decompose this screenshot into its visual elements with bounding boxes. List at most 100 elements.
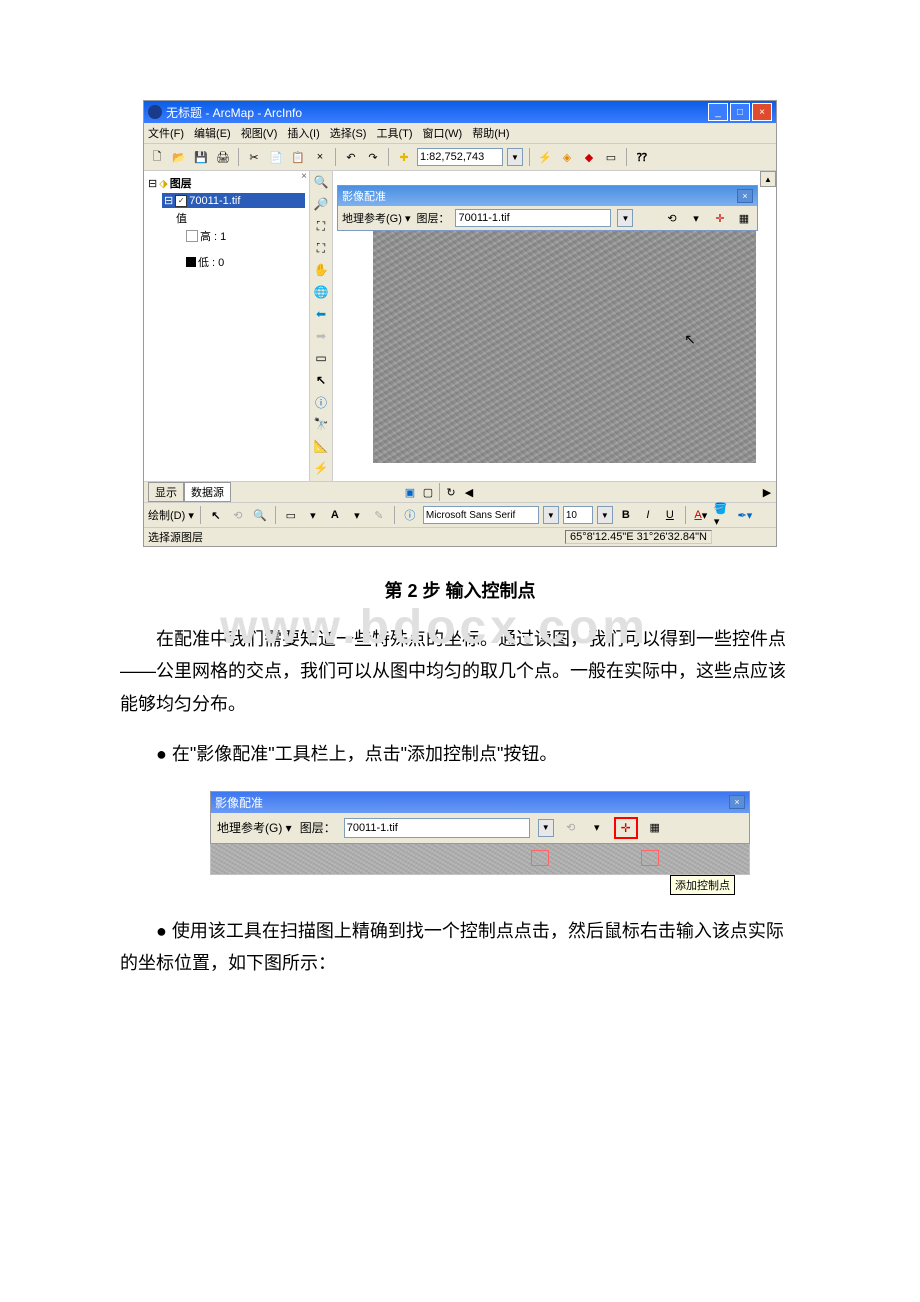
toc-root[interactable]: ⊟⬗图层 xyxy=(148,175,305,191)
zoom-to-icon[interactable]: 🔍 xyxy=(251,506,269,524)
map-view[interactable]: ▲ 影像配准 × 地理参考(G) ▾ 图层： ▼ ⟲ ▾ ✛ xyxy=(333,171,776,481)
close-button[interactable]: × xyxy=(752,103,772,121)
zoom-in-icon[interactable]: 🔍 xyxy=(312,173,330,191)
highlight-box-2 xyxy=(641,850,659,866)
map-image xyxy=(373,231,756,463)
menu-window[interactable]: 窗口(W) xyxy=(423,125,463,141)
toc-close-icon[interactable]: × xyxy=(301,171,307,182)
georef-dropdown-2[interactable]: 地理参考(G) ▾ xyxy=(217,819,292,836)
tab-display[interactable]: 显示 xyxy=(148,482,184,502)
add-control-point-icon[interactable]: ✛ xyxy=(711,209,729,227)
font-dropdown-icon[interactable]: ▼ xyxy=(543,506,559,524)
delete-icon[interactable]: × xyxy=(311,148,329,166)
select-element-icon[interactable]: ↖ xyxy=(207,506,225,524)
toc-layer[interactable]: ⊟ ✓ 70011-1.tif xyxy=(162,193,305,208)
font-color-icon[interactable]: ⓘ xyxy=(401,506,419,524)
georef-close-icon-2[interactable]: × xyxy=(729,795,745,809)
edit-vertices-icon[interactable]: ✎ xyxy=(370,506,388,524)
bullet-1: ● 在"影像配准"工具栏上，点击"添加控制点"按钮。 xyxy=(120,738,800,770)
tool-icon-3[interactable]: ◆ xyxy=(580,148,598,166)
refresh-icon[interactable]: ↻ xyxy=(442,483,460,501)
scale-input[interactable] xyxy=(417,148,503,166)
font-select[interactable] xyxy=(423,506,539,524)
shape-dropdown-icon[interactable]: ▾ xyxy=(304,506,322,524)
layer-checkbox[interactable]: ✓ xyxy=(175,195,187,207)
rectangle-icon[interactable]: ▭ xyxy=(282,506,300,524)
add-data-icon[interactable]: ✚ xyxy=(395,148,413,166)
paste-icon[interactable]: 📋 xyxy=(289,148,307,166)
full-extent-icon[interactable]: 🌐 xyxy=(312,283,330,301)
menu-edit[interactable]: 编辑(E) xyxy=(194,125,231,141)
bold-icon[interactable]: B xyxy=(617,506,635,524)
help-icon[interactable]: ⁇ xyxy=(633,148,651,166)
tool-icon-1[interactable]: ⚡ xyxy=(536,148,554,166)
zoom-out-icon[interactable]: 🔎 xyxy=(312,195,330,213)
select-icon[interactable]: ▭ xyxy=(312,349,330,367)
menu-file[interactable]: 文件(F) xyxy=(148,125,184,141)
scroll-up-icon[interactable]: ▲ xyxy=(760,171,776,187)
data-view-icon[interactable]: ▣ xyxy=(401,483,419,501)
tab-source[interactable]: 数据源 xyxy=(184,482,231,502)
rotate-dropdown-icon[interactable]: ▾ xyxy=(687,209,705,227)
add-control-point-button[interactable]: ✛ xyxy=(614,817,638,839)
tool-icon-2[interactable]: ◈ xyxy=(558,148,576,166)
layout-view-icon[interactable]: ▢ xyxy=(419,483,437,501)
menu-view[interactable]: 视图(V) xyxy=(241,125,278,141)
pan-icon[interactable]: ✋ xyxy=(312,261,330,279)
highlight-box-1 xyxy=(531,850,549,866)
fill-color-icon[interactable]: 🪣▾ xyxy=(714,506,732,524)
cut-icon[interactable]: ✂ xyxy=(245,148,263,166)
menu-select[interactable]: 选择(S) xyxy=(330,125,367,141)
rotate-dropdown-icon-2[interactable]: ▾ xyxy=(588,819,606,837)
georef-dropdown[interactable]: 地理参考(G) ▾ xyxy=(342,210,410,226)
rotate-icon[interactable]: ⟲ xyxy=(663,209,681,227)
menu-insert[interactable]: 插入(I) xyxy=(287,125,319,141)
forward-icon[interactable]: ➡ xyxy=(312,327,330,345)
pointer-icon[interactable]: ↖ xyxy=(312,371,330,389)
new-icon[interactable]: 🗋 xyxy=(148,148,166,166)
back-icon[interactable]: ⬅ xyxy=(312,305,330,323)
line-color-icon[interactable]: ✒▾ xyxy=(736,506,754,524)
menu-help[interactable]: 帮助(H) xyxy=(472,125,509,141)
fixed-zoom-out-icon[interactable]: ⛶ xyxy=(312,239,330,257)
georef-toolbar: 影像配准 × 地理参考(G) ▾ 图层： ▼ ⟲ ▾ ✛ ▦ xyxy=(337,185,758,231)
undo-icon[interactable]: ↶ xyxy=(342,148,360,166)
redo-icon[interactable]: ↷ xyxy=(364,148,382,166)
fixed-zoom-in-icon[interactable]: ⛶ xyxy=(312,217,330,235)
tool-icon-4[interactable]: ▭ xyxy=(602,148,620,166)
link-table-icon[interactable]: ▦ xyxy=(735,209,753,227)
georef-close-icon[interactable]: × xyxy=(737,189,753,203)
identify-icon[interactable]: ⓘ xyxy=(312,393,330,411)
find-icon[interactable]: 🔭 xyxy=(312,415,330,433)
underline-icon[interactable]: U xyxy=(661,506,679,524)
save-icon[interactable]: 💾 xyxy=(192,148,210,166)
draw-menu[interactable]: 绘制(D) ▾ xyxy=(148,507,194,523)
size-select[interactable] xyxy=(563,506,593,524)
scroll-left-icon[interactable]: ◀ xyxy=(460,483,478,501)
status-coordinates: 65°8'12.45"E 31°26'32.84"N xyxy=(565,530,712,544)
open-icon[interactable]: 📂 xyxy=(170,148,188,166)
rotate-element-icon[interactable]: ⟲ xyxy=(229,506,247,524)
toc-low: 低 : 0 xyxy=(186,254,305,270)
menu-tools[interactable]: 工具(T) xyxy=(376,125,412,141)
text-dropdown-icon[interactable]: ▾ xyxy=(348,506,366,524)
scale-dropdown[interactable]: ▼ xyxy=(507,148,523,166)
layer-select-2[interactable] xyxy=(344,818,530,838)
rotate-icon-2[interactable]: ⟲ xyxy=(562,819,580,837)
layer-dropdown-icon[interactable]: ▼ xyxy=(617,209,633,227)
layer-select[interactable] xyxy=(455,209,611,227)
text-tool-icon[interactable]: A xyxy=(326,506,344,524)
print-icon[interactable]: 🖨 xyxy=(214,148,232,166)
scroll-right-icon[interactable]: ▶ xyxy=(758,483,776,501)
size-dropdown-icon[interactable]: ▼ xyxy=(597,506,613,524)
minimize-button[interactable]: _ xyxy=(708,103,728,121)
font-color-dropdown-icon[interactable]: A▾ xyxy=(692,506,710,524)
copy-icon[interactable]: 📄 xyxy=(267,148,285,166)
layer-dropdown-icon-2[interactable]: ▼ xyxy=(538,819,554,837)
hyperlink-icon[interactable]: ⚡ xyxy=(312,459,330,477)
italic-icon[interactable]: I xyxy=(639,506,657,524)
measure-icon[interactable]: 📐 xyxy=(312,437,330,455)
status-text: 选择源图层 xyxy=(148,529,565,545)
link-table-icon-2[interactable]: ▦ xyxy=(646,819,664,837)
maximize-button[interactable]: □ xyxy=(730,103,750,121)
